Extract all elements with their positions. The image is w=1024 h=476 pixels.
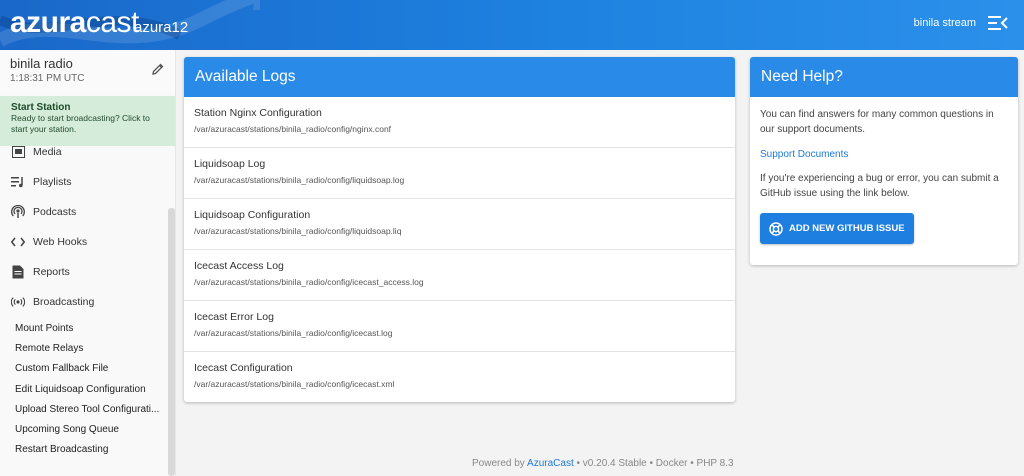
sidebar-nav: Media Playlists Podcasts Web Hooks Repor…: [0, 137, 175, 317]
broadcast-icon: [11, 295, 25, 309]
station-time: 1:18:31 PM UTC: [10, 73, 85, 84]
log-item-icecast-access-log[interactable]: Icecast Access Log /var/azuracast/statio…: [184, 250, 735, 301]
instance-name: azura12: [134, 19, 189, 36]
playlist-icon: [11, 175, 25, 189]
log-title: Icecast Access Log: [194, 260, 284, 272]
sidebar: binila radio 1:18:31 PM UTC Media Playli…: [0, 50, 176, 476]
sidebar-item-label: Playlists: [33, 176, 72, 188]
sidebar-item-label: Media: [33, 146, 62, 158]
log-item-liquidsoap-config[interactable]: Liquidsoap Configuration /var/azuracast/…: [184, 199, 735, 250]
station-name: binila radio: [10, 56, 73, 71]
sidebar-item-label: Podcasts: [33, 206, 77, 218]
sidebar-item-label: Web Hooks: [33, 236, 88, 248]
add-github-issue-button[interactable]: ADD NEW GITHUB ISSUE: [760, 213, 914, 244]
start-station-title: Start Station: [11, 102, 71, 113]
footer: Powered by AzuraCast • v0.20.4 Stable • …: [472, 458, 734, 469]
log-title: Station Nginx Configuration: [194, 107, 322, 119]
log-item-liquidsoap-log[interactable]: Liquidsoap Log /var/azuracast/stations/b…: [184, 148, 735, 199]
logo-rest: cast: [85, 6, 140, 39]
log-path: /var/azuracast/stations/binila_radio/con…: [194, 175, 405, 185]
help-intro: You can find answers for many common que…: [760, 109, 994, 135]
station-info: binila radio 1:18:31 PM UTC: [0, 50, 175, 93]
broadcasting-submenu: Mount Points Remote Relays Custom Fallba…: [0, 318, 175, 460]
sidebar-item-web-hooks[interactable]: Web Hooks: [0, 227, 175, 257]
submenu-remote-relays[interactable]: Remote Relays: [0, 338, 175, 358]
log-path: /var/azuracast/stations/binila_radio/con…: [194, 124, 392, 134]
submenu-custom-fallback-file[interactable]: Custom Fallback File: [0, 359, 175, 379]
log-title: Icecast Error Log: [194, 311, 274, 323]
footer-prefix: Powered by: [472, 458, 528, 469]
sidebar-item-podcasts[interactable]: Podcasts: [0, 197, 175, 227]
start-station-description: Ready to start broadcasting? Click to st…: [11, 113, 150, 134]
sidebar-item-label: Reports: [33, 266, 70, 278]
start-station-notice[interactable]: Start Station Ready to start broadcastin…: [0, 96, 175, 146]
user-menu[interactable]: binila stream: [914, 17, 976, 29]
log-item-nginx-config[interactable]: Station Nginx Configuration /var/azuraca…: [184, 97, 735, 148]
pencil-icon[interactable]: [151, 62, 165, 76]
help-bug-text: If you're experiencing a bug or error, y…: [760, 173, 999, 199]
media-icon: [11, 145, 25, 159]
log-path: /var/azuracast/stations/binila_radio/con…: [194, 226, 402, 236]
top-header: azuracast azura12 binila stream: [0, 0, 1024, 50]
report-icon: [11, 265, 25, 279]
log-path: /var/azuracast/stations/binila_radio/con…: [194, 328, 393, 338]
log-title: Icecast Configuration: [194, 362, 293, 374]
log-path: /var/azuracast/stations/binila_radio/con…: [194, 277, 424, 287]
code-icon: [11, 235, 25, 249]
lifebuoy-icon: [769, 221, 783, 236]
submenu-upcoming-song-queue[interactable]: Upcoming Song Queue: [0, 419, 175, 439]
help-body: You can find answers for many common que…: [750, 97, 1018, 254]
available-logs-card: Available Logs Station Nginx Configurati…: [184, 57, 735, 402]
log-item-icecast-config[interactable]: Icecast Configuration /var/azuracast/sta…: [184, 352, 735, 402]
log-path: /var/azuracast/stations/binila_radio/con…: [194, 379, 395, 389]
sidebar-item-label: Broadcasting: [33, 296, 95, 308]
submenu-edit-liquidsoap-configuration[interactable]: Edit Liquidsoap Configuration: [0, 379, 175, 399]
menu-toggle-icon[interactable]: [988, 14, 1008, 32]
sidebar-item-reports[interactable]: Reports: [0, 257, 175, 287]
podcast-icon: [11, 205, 25, 219]
help-card-title: Need Help?: [750, 57, 1018, 97]
azuracast-logo[interactable]: azuracast: [10, 6, 139, 40]
submenu-restart-broadcasting[interactable]: Restart Broadcasting: [0, 440, 175, 460]
logo-bold: azura: [10, 6, 86, 39]
sidebar-item-playlists[interactable]: Playlists: [0, 167, 175, 197]
need-help-card: Need Help? You can find answers for many…: [750, 57, 1018, 265]
logs-list: Station Nginx Configuration /var/azuraca…: [184, 97, 735, 402]
sidebar-scrollbar[interactable]: [168, 208, 175, 476]
logs-card-title: Available Logs: [184, 57, 735, 97]
log-title: Liquidsoap Log: [194, 158, 266, 170]
footer-version: • v0.20.4 Stable • Docker • PHP 8.3: [573, 458, 734, 469]
submenu-mount-points[interactable]: Mount Points: [0, 318, 175, 338]
submenu-upload-stereo-tool[interactable]: Upload Stereo Tool Configurati...: [0, 399, 175, 419]
support-documents-link[interactable]: Support Documents: [760, 147, 1008, 162]
azuracast-link[interactable]: AzuraCast: [527, 458, 574, 469]
log-title: Liquidsoap Configuration: [194, 209, 311, 221]
sidebar-item-broadcasting[interactable]: Broadcasting: [0, 287, 175, 317]
log-item-icecast-error-log[interactable]: Icecast Error Log /var/azuracast/station…: [184, 301, 735, 352]
github-button-label: ADD NEW GITHUB ISSUE: [789, 223, 905, 234]
